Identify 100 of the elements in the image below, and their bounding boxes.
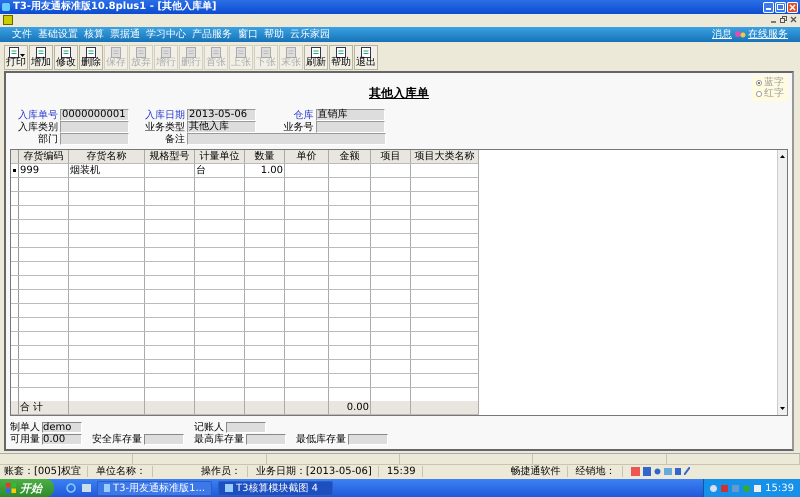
input-field[interactable] — [187, 133, 386, 145]
input-field[interactable]: 直销库 — [316, 109, 384, 121]
toolbar-button[interactable]: 退出 — [354, 45, 378, 70]
column-header[interactable]: 计量单位 — [195, 150, 245, 163]
scroll-down-icon[interactable] — [779, 405, 786, 412]
minimize-button[interactable] — [763, 2, 774, 12]
toolbar-button[interactable]: 刷新 — [304, 45, 328, 70]
toolbar-button[interactable]: 增加 — [29, 45, 53, 70]
field-label: 业务号 — [282, 122, 314, 132]
column-header[interactable]: 存货编码 — [19, 150, 69, 163]
field-label: 最高库存量 — [194, 434, 244, 445]
table-cell: 999 — [19, 164, 69, 177]
input-field[interactable]: 其他入库 — [187, 121, 256, 133]
input-field[interactable] — [144, 434, 184, 445]
input-field[interactable] — [60, 121, 129, 133]
column-header[interactable]: 项目 — [371, 150, 411, 163]
input-field[interactable]: demo — [42, 422, 82, 433]
input-field[interactable] — [246, 434, 286, 445]
field-label: 部门 — [37, 134, 58, 144]
input-field[interactable] — [60, 133, 129, 145]
menu-item[interactable]: 窗口 — [238, 28, 258, 41]
windows-logo-icon — [6, 483, 16, 493]
menu-item[interactable]: 云乐家园 — [290, 28, 330, 41]
field-label: 记账人 — [194, 422, 224, 433]
window-title: T3-用友通标准版10.8plus1 - [其他入库单] — [13, 1, 218, 13]
field-label: 仓库 — [292, 110, 314, 120]
restore-button[interactable] — [775, 2, 786, 12]
row-selector[interactable] — [11, 164, 19, 177]
menu-item[interactable]: 帮助 — [264, 28, 284, 41]
document-icon — [60, 47, 72, 58]
message-link[interactable]: 消息 — [712, 28, 732, 41]
vertical-scrollbar[interactable] — [777, 150, 787, 415]
table-cell: 1.00 — [245, 164, 285, 177]
document-icon — [110, 47, 122, 58]
menu-item[interactable]: 票据通 — [110, 28, 140, 41]
menu-item[interactable]: 基础设置 — [38, 28, 78, 41]
document-icon — [360, 47, 372, 58]
menu-item[interactable]: 产品服务 — [192, 28, 232, 41]
document-icon — [335, 47, 347, 58]
document-icon — [85, 47, 97, 58]
column-header[interactable]: 存货名称 — [69, 150, 145, 163]
column-header[interactable]: 项目大类名称 — [411, 150, 479, 163]
field-label: 入库单号 — [17, 110, 58, 120]
document-icon — [3, 14, 13, 24]
close-icon[interactable] — [790, 16, 797, 23]
field-label: 可用量 — [10, 434, 40, 445]
close-button[interactable] — [787, 2, 798, 12]
status-text: 账套：[005]权宜 — [4, 466, 88, 476]
scroll-up-icon[interactable] — [779, 153, 786, 160]
toolbar-button[interactable]: 删除 — [79, 45, 103, 70]
menu-item[interactable]: 学习中心 — [146, 28, 186, 41]
field-label: 安全库存量 — [92, 434, 142, 445]
document-icon — [35, 47, 47, 58]
clock: 15:39 — [765, 482, 794, 494]
field-label: 入库类别 — [17, 122, 58, 132]
menu-item[interactable]: 文件 — [12, 28, 32, 41]
input-field[interactable]: 2013-05-06 — [187, 109, 256, 121]
total-cell: 0.00 — [329, 401, 371, 414]
people-icon — [734, 30, 746, 39]
status-text: 经销地： — [576, 466, 623, 476]
document-icon — [310, 47, 322, 58]
field-label: 业务类型 — [144, 122, 185, 132]
status-text: 单位名称： — [96, 466, 153, 476]
toolbar-button[interactable]: 打印 — [4, 45, 28, 70]
column-header[interactable]: 规格型号 — [145, 150, 195, 163]
total-label: 合 计 — [19, 401, 69, 414]
column-header[interactable]: 金额 — [329, 150, 371, 163]
table-cell: 烟装机 — [69, 164, 145, 177]
status-text: 15:39 — [386, 466, 423, 476]
input-field[interactable] — [226, 422, 266, 433]
document-icon — [285, 47, 297, 58]
field-label: 最低库存量 — [296, 434, 346, 445]
input-field[interactable]: 0000000001 — [60, 109, 129, 121]
document-icon — [135, 47, 147, 58]
restore-icon[interactable] — [780, 16, 787, 23]
input-method-icon[interactable] — [630, 466, 640, 476]
input-field[interactable] — [348, 434, 388, 445]
status-text: 畅捷通软件 — [510, 466, 568, 476]
document-icon — [8, 47, 20, 58]
column-header[interactable]: 数量 — [245, 150, 285, 163]
field-label: 备注 — [164, 134, 185, 144]
form-title: 其他入库单 — [369, 85, 429, 102]
status-text: 业务日期：[2013-05-06] — [256, 466, 379, 476]
column-header[interactable]: 单价 — [285, 150, 329, 163]
input-field[interactable]: 0.00 — [42, 434, 82, 445]
document-icon — [235, 47, 247, 58]
menu-item[interactable]: 核算 — [84, 28, 104, 41]
document-icon — [260, 47, 272, 58]
taskbar-button[interactable]: T3-用友通标准版1... — [97, 480, 212, 496]
browser-icon[interactable] — [66, 483, 76, 493]
field-label: 制单人 — [10, 422, 40, 433]
taskbar-button[interactable]: T3核算模块截图 4 — [218, 480, 333, 496]
document-icon — [210, 47, 222, 58]
input-field[interactable] — [316, 121, 384, 133]
field-label: 入库日期 — [144, 110, 185, 120]
online-service-link[interactable]: 在线服务 — [748, 28, 788, 41]
toolbar-button[interactable]: 修改 — [54, 45, 78, 70]
status-text: 操作员： — [200, 466, 248, 476]
toolbar-button[interactable]: 帮助 — [329, 45, 353, 70]
table-cell: 台 — [195, 164, 245, 177]
